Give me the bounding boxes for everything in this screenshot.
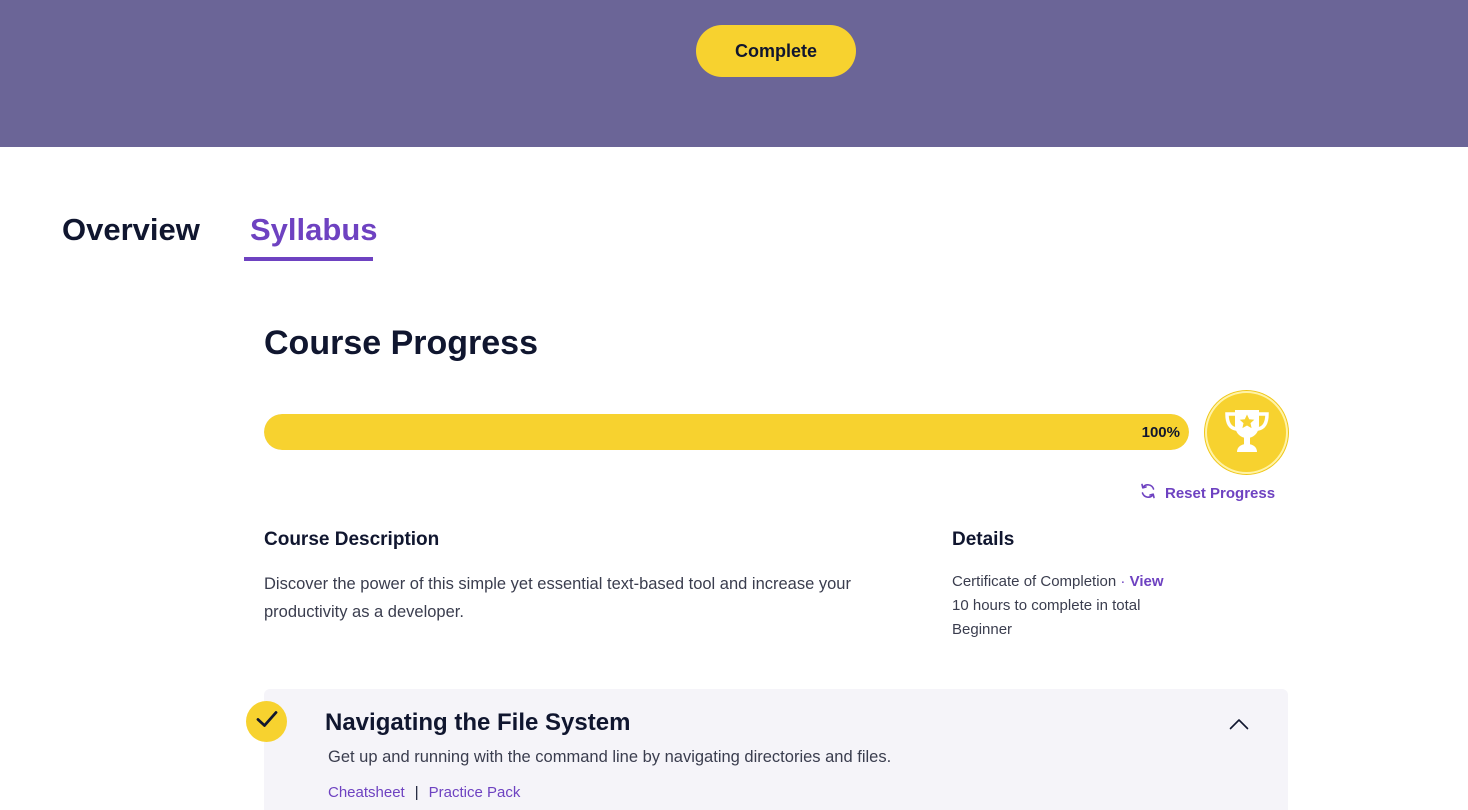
duration-text: 10 hours to complete in total — [952, 597, 1141, 614]
module-title[interactable]: Navigating the File System — [325, 709, 630, 737]
chevron-up-icon[interactable] — [1228, 713, 1250, 735]
tab-syllabus[interactable]: Syllabus — [250, 212, 378, 248]
view-certificate-link[interactable]: View — [1130, 573, 1164, 590]
progress-bar-fill — [264, 414, 1189, 450]
course-progress-heading: Course Progress — [264, 324, 538, 362]
completion-badge — [1205, 391, 1288, 474]
module-card: Navigating the File System Get up and ru… — [264, 689, 1288, 810]
refresh-icon — [1139, 482, 1157, 504]
link-separator: | — [414, 784, 419, 801]
course-description-text: Discover the power of this simple yet es… — [264, 575, 851, 621]
course-progress-bar: 100% — [264, 414, 1189, 450]
practice-pack-link[interactable]: Practice Pack — [429, 784, 521, 801]
module-links: Cheatsheet | Practice Pack — [328, 784, 520, 801]
course-description-heading: Course Description — [264, 529, 440, 550]
cheatsheet-link[interactable]: Cheatsheet — [328, 784, 405, 801]
reset-progress-button[interactable]: Reset Progress — [1139, 482, 1275, 504]
trophy-icon — [1218, 401, 1276, 464]
course-header-banner: Complete — [0, 0, 1468, 147]
certificate-row: Certificate of Completion · View — [952, 570, 1164, 594]
active-tab-indicator — [244, 257, 373, 261]
certificate-label: Certificate of Completion — [952, 573, 1117, 590]
reset-progress-label: Reset Progress — [1165, 484, 1276, 502]
tab-overview[interactable]: Overview — [62, 212, 200, 248]
details-heading: Details — [952, 529, 1015, 550]
level-text: Beginner — [952, 621, 1013, 638]
details-separator: · — [1120, 573, 1126, 590]
progress-percent-label: 100% — [1141, 424, 1180, 441]
complete-button[interactable]: Complete — [696, 25, 856, 77]
checkmark-icon — [255, 709, 279, 734]
details-list: Certificate of Completion · View 10 hour… — [952, 570, 1164, 642]
module-complete-badge — [246, 701, 287, 742]
module-description: Get up and running with the command line… — [328, 748, 892, 766]
